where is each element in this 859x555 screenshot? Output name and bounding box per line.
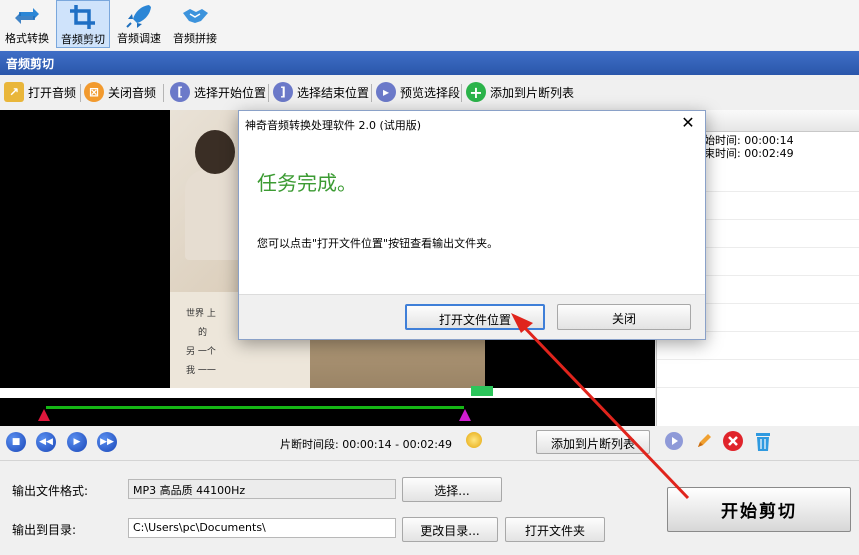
rewind-icon: ◀◀: [39, 437, 53, 447]
dialog-close-button[interactable]: 关闭: [557, 304, 691, 330]
select-start-button[interactable]: [ 选择开始位置: [170, 81, 266, 103]
output-dir-label: 输出到目录:: [12, 523, 77, 537]
format-field: MP3 高品质 44100Hz: [128, 479, 396, 499]
playhead-marker[interactable]: [471, 386, 493, 396]
gear-icon[interactable]: [466, 432, 482, 448]
segment-time-range: 片断时间段: 00:00:14 - 00:02:49: [280, 436, 452, 452]
open-audio-button[interactable]: ↗ 打开音频: [4, 81, 76, 103]
clear-button[interactable]: [752, 430, 774, 452]
section-title-bar: 音频剪切: [0, 51, 859, 75]
toolbar-label: 音频调速: [117, 32, 161, 45]
pencil-icon: [698, 434, 711, 447]
preview-list-button[interactable]: [663, 430, 685, 452]
poster-line: 世界 上: [186, 309, 216, 319]
delete-icon: [723, 431, 743, 451]
stop-icon: ■: [11, 437, 21, 447]
segment-time-label: 片断时间段:: [280, 438, 339, 451]
toolbar-label: 音频拼接: [173, 32, 217, 45]
open-audio-label: 打开音频: [28, 85, 77, 100]
action-bar: ↗ 打开音频 ⊠ 关闭音频 [ 选择开始位置 ] 选择结束位置 ▸ 预览选择段 …: [0, 76, 859, 108]
format-label: 输出文件格式:: [12, 484, 89, 498]
separator: [163, 84, 164, 102]
end-bracket-icon: ]: [273, 82, 293, 102]
separator: [371, 84, 372, 102]
open-file-location-button[interactable]: 打开文件位置: [405, 304, 545, 330]
play-preview-icon: ▸: [376, 82, 396, 102]
dialog-title: 神奇音频转换处理软件 2.0 (试用版): [239, 111, 705, 137]
preview-segment-label: 预览选择段: [400, 85, 461, 100]
fast-forward-icon: ▶▶: [100, 437, 114, 447]
open-folder-button[interactable]: 打开文件夹: [505, 517, 605, 542]
select-format-button[interactable]: 选择...: [402, 477, 502, 502]
folder-open-icon: ↗: [4, 82, 24, 102]
delete-button[interactable]: [722, 430, 744, 452]
separator: [268, 84, 269, 102]
change-dir-button[interactable]: 更改目录...: [402, 517, 498, 542]
close-audio-label: 关闭音频: [108, 85, 157, 100]
add-to-list-button[interactable]: + 添加到片断列表: [466, 81, 574, 103]
stop-button[interactable]: ■: [6, 432, 26, 452]
waveform-strip: [0, 388, 655, 398]
end-time-value: 00:02:49: [744, 147, 794, 160]
toolbar-audio-cut[interactable]: 音频剪切: [56, 0, 110, 48]
poster-line: 另 一个: [186, 347, 216, 357]
start-time-value: 00:00:14: [744, 134, 794, 147]
select-start-label: 选择开始位置: [194, 85, 267, 100]
play-circle-icon: [665, 432, 683, 450]
fast-forward-button[interactable]: ▶▶: [97, 432, 117, 452]
toolbar-label: 音频剪切: [61, 33, 105, 46]
close-icon[interactable]: ✕: [679, 114, 697, 132]
add-to-list-label: 添加到片断列表: [490, 85, 575, 100]
select-end-button[interactable]: ] 选择结束位置: [273, 81, 369, 103]
close-audio-button[interactable]: ⊠ 关闭音频: [84, 81, 156, 103]
toolbar-audio-speed[interactable]: 音频调速: [112, 0, 166, 48]
start-cut-button[interactable]: 开始剪切: [667, 487, 851, 532]
edit-button[interactable]: [693, 430, 715, 452]
preview-segment-button[interactable]: ▸ 预览选择段: [376, 81, 460, 103]
poster-head: [195, 130, 235, 174]
output-dir-field[interactable]: C:\Users\pc\Documents\: [128, 518, 396, 538]
toolbar-label: 格式转换: [5, 32, 49, 45]
task-complete-dialog: 神奇音频转换处理软件 2.0 (试用版) ✕ 任务完成。 您可以点击"打开文件位…: [238, 110, 706, 340]
close-audio-icon: ⊠: [84, 82, 104, 102]
select-end-label: 选择结束位置: [297, 85, 370, 100]
segment-time-value: 00:00:14 - 00:02:49: [342, 438, 452, 451]
dialog-heading: 任务完成。: [257, 171, 357, 195]
main-toolbar: 格式转换 音频剪切 音频调速 音频拼接: [0, 0, 859, 50]
dialog-message: 您可以点击"打开文件位置"按钮查看输出文件夹。: [257, 237, 499, 250]
separator: [80, 84, 81, 102]
start-bracket-icon: [: [170, 82, 190, 102]
end-time-label: 束时间:: [704, 147, 741, 160]
poster-line: 我 一一: [186, 366, 216, 376]
convert-icon: [15, 8, 39, 24]
trash-icon: [756, 433, 770, 451]
selection-range: [46, 406, 464, 409]
rewind-button[interactable]: ◀◀: [36, 432, 56, 452]
crop-icon: [70, 5, 95, 29]
toolbar-format-convert[interactable]: 格式转换: [0, 0, 54, 48]
plus-icon: +: [466, 82, 486, 102]
list-row: [657, 360, 859, 388]
poster-line: 的: [198, 328, 208, 338]
separator: [461, 84, 462, 102]
rocket-icon: [126, 5, 151, 28]
end-marker[interactable]: [459, 409, 471, 421]
poster-caption: 世界 上 的 另 一个 我 一一: [186, 305, 216, 381]
add-segment-button[interactable]: 添加到片断列表: [536, 430, 650, 454]
segment-list-item[interactable]: 始时间: 00:00:14 束时间: 00:02:49: [704, 134, 794, 160]
handshake-icon: [183, 9, 208, 23]
timeline-track[interactable]: [0, 398, 655, 426]
start-marker[interactable]: [38, 409, 50, 421]
start-time-label: 始时间:: [704, 134, 741, 147]
toolbar-audio-join[interactable]: 音频拼接: [168, 0, 222, 48]
play-button[interactable]: ▶: [67, 432, 87, 452]
play-icon: ▶: [73, 437, 81, 447]
